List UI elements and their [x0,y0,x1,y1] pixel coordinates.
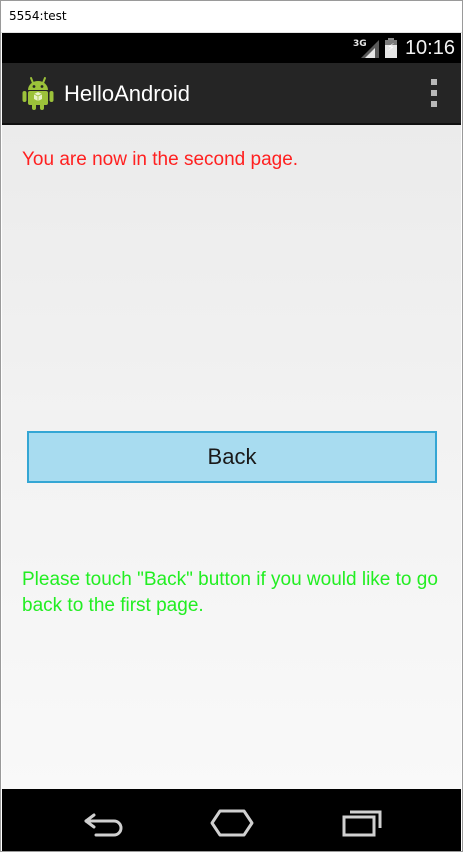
window-titlebar: 5554:test [1,1,462,33]
android-app-icon [21,75,55,111]
app-title: HelloAndroid [64,81,190,106]
overflow-dot [431,101,437,107]
navigation-bar [2,789,461,851]
signal-bars-fill [364,48,375,58]
back-button[interactable]: Back [27,431,437,483]
overflow-dot [431,79,437,85]
hint-text: Please touch "Back" button if you would … [22,569,438,616]
status-clock: 10:16 [404,36,455,59]
overflow-dot [431,90,437,96]
window-title: 5554:test [9,9,67,23]
signal-icon: 3G [353,37,379,59]
back-icon[interactable] [74,801,134,841]
main-content: You are now in the second page. Back Ple… [2,125,461,789]
status-bar: 3G ⚡ 10:16 [2,33,461,63]
overflow-menu-icon[interactable] [429,79,439,107]
status-icons: 3G ⚡ 10:16 [353,33,455,63]
charging-bolt-icon: ⚡ [386,42,395,54]
home-icon[interactable] [202,801,262,841]
battery-charging-icon: ⚡ [384,38,397,58]
second-page-heading: You are now in the second page. [22,149,299,170]
emulator-window: 5554:test 3G ⚡ 10:16 HelloAndroid You ar… [0,0,463,852]
recent-apps-icon[interactable] [332,801,392,841]
action-bar: HelloAndroid [2,63,461,125]
